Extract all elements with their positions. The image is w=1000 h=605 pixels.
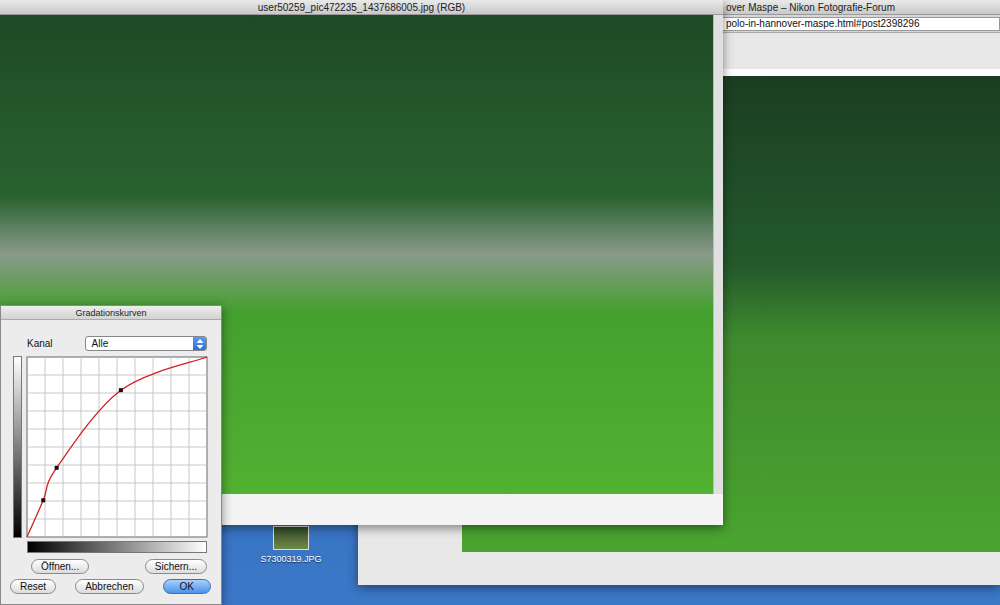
dialog-button[interactable]: OK — [163, 579, 211, 594]
dialog-button[interactable]: Öffnen... — [31, 559, 89, 574]
channel-label: Kanal — [27, 338, 53, 349]
channel-row: Kanal Alle — [1, 320, 221, 351]
dialog-button[interactable]: Sichern... — [145, 559, 207, 574]
select-value: Alle — [86, 338, 193, 349]
image-thumbnail-icon — [273, 526, 309, 550]
file-buttons: Öffnen... Sichern... — [1, 553, 221, 574]
title-bar[interactable]: user50259_pic472235_1437686005.jpg (RGB) — [0, 0, 723, 15]
curve-graph[interactable] — [26, 356, 208, 538]
title-bar[interactable]: Gradationskurven — [1, 306, 221, 320]
curve-line[interactable] — [27, 357, 207, 537]
curves-dialog: Gradationskurven Kanal Alle Öffnen... Sicher… — [0, 305, 222, 605]
curve-point[interactable] — [41, 498, 45, 502]
graph-row — [1, 351, 221, 538]
input-gradient — [27, 541, 207, 553]
address-field[interactable]: polo-in-hannover-maspe.html#post2398296 — [722, 17, 1000, 31]
window-title: over Maspe – Nikon Fotografie-Forum — [726, 2, 895, 13]
window-title: user50259_pic472235_1437686005.jpg (RGB) — [258, 2, 465, 13]
file-name: S7300319.JPG — [260, 554, 321, 564]
dialog-button[interactable]: Abbrechen — [75, 579, 143, 594]
select-arrows-icon — [193, 337, 206, 350]
curve-point[interactable] — [55, 466, 59, 470]
dialog-button[interactable]: Reset — [10, 579, 56, 594]
url: polo-in-hannover-maspe.html#post2398296 — [726, 18, 919, 29]
action-buttons: Reset Abbrechen OK — [1, 574, 221, 594]
dialog-title: Gradationskurven — [75, 308, 146, 318]
channel-select[interactable]: Alle — [85, 336, 207, 351]
desktop-file[interactable]: S7300319.JPG — [255, 526, 327, 564]
curve-point[interactable] — [119, 388, 123, 392]
output-gradient — [13, 356, 22, 538]
desktop: S7300319.JPG over Maspe – Nikon Fotografi… — [0, 0, 1000, 605]
scroll-strip — [713, 15, 723, 494]
